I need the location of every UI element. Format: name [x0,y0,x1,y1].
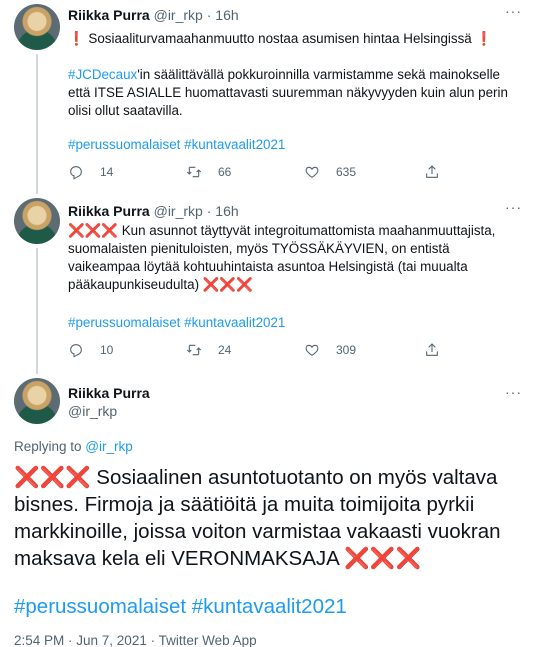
cross-mark-icon: ❌❌❌ [344,547,421,570]
retweet-count: 24 [218,343,232,357]
avatar[interactable] [14,198,60,244]
hashtags[interactable]: #perussuomalaiset #kuntavaalit2021 [68,314,524,332]
share-button[interactable] [424,342,456,358]
focused-tweet: Riikka Purra @ir_rkp ··· Replying to @ir… [0,370,534,647]
reply-icon [70,344,82,358]
tweet-text-paragraph: #JCDecaux'in säälittävällä pokkuroinnill… [68,66,524,120]
retweet-button[interactable]: 66 [186,164,231,180]
tweet-header: Riikka Purra @ir_rkp · 16h [68,6,239,24]
tweet-2[interactable]: Riikka Purra @ir_rkp · 16h ··· ❌❌❌ Kun a… [0,194,534,374]
hashtag-link[interactable]: #JCDecaux [68,67,137,82]
cross-mark-icon: ❌❌❌ [202,277,253,292]
tweet-text: ❌❌❌ Kun asunnot täyttyvät integroitumatt… [68,222,524,294]
separator-dot: · [206,203,212,219]
thread-line [36,54,38,194]
more-icon[interactable]: ··· [505,384,522,400]
retweet-count: 66 [218,165,232,179]
author-handle[interactable]: @ir_rkp [68,402,117,420]
like-icon [305,166,319,178]
retweet-icon [186,166,202,178]
like-button[interactable]: 635 [304,164,356,180]
share-button[interactable] [424,164,456,180]
tweet-actions: 14 66 635 [68,164,508,182]
like-count: 635 [336,165,357,179]
avatar[interactable] [14,4,60,50]
tweet-actions: 10 24 309 [68,342,508,360]
author-name[interactable]: Riikka Purra [68,384,150,402]
tweet-time[interactable]: 16h [215,203,238,219]
author-handle[interactable]: @ir_rkp [154,7,203,23]
tweet-text-line: Sosiaaliturvamaahanmuutto nostaa asumise… [84,31,476,46]
retweet-icon [186,344,202,356]
like-icon [305,344,319,356]
exclamation-icon: ❗ [475,31,493,46]
author-name[interactable]: Riikka Purra [68,7,150,23]
more-icon[interactable]: ··· [505,199,522,215]
exclamation-icon: ❗ [68,31,85,46]
tweet-time[interactable]: 16h [215,7,238,23]
replying-label: Replying to [14,439,86,454]
replying-to: Replying to @ir_rkp [14,439,133,454]
author-handle[interactable]: @ir_rkp [154,203,203,219]
hashtags[interactable]: #perussuomalaiset #kuntavaalit2021 [14,593,347,620]
reply-button[interactable]: 14 [68,164,113,180]
separator-dot: · [206,7,212,23]
share-icon [426,165,438,178]
cross-mark-icon: ❌❌❌ [68,223,119,238]
avatar[interactable] [14,378,60,424]
reply-count: 10 [100,343,114,357]
share-icon [426,343,438,356]
reply-button[interactable]: 10 [68,342,113,358]
tweet-1[interactable]: Riikka Purra @ir_rkp · 16h ··· ❗ Sosiaal… [0,0,534,194]
author-name[interactable]: Riikka Purra [68,203,150,219]
tweet-text: ❌❌❌ Sosiaalinen asuntotuotanto on myös v… [14,464,524,572]
like-button[interactable]: 309 [304,342,356,358]
cross-mark-icon: ❌❌❌ [14,466,91,489]
tweet-text: ❗ Sosiaaliturvamaahanmuutto nostaa asumi… [68,30,524,48]
reply-count: 14 [100,165,114,179]
like-count: 309 [336,343,357,357]
reply-icon [70,166,82,180]
tweet-text-line: Kun asunnot täyttyvät integroitumattomis… [68,223,496,292]
tweet-meta[interactable]: 2:54 PM · Jun 7, 2021 · Twitter Web App [14,633,257,647]
hashtags[interactable]: #perussuomalaiset #kuntavaalit2021 [68,136,524,154]
thread-line [36,248,38,374]
retweet-button[interactable]: 24 [186,342,231,358]
more-icon[interactable]: ··· [505,3,522,19]
replying-handle-link[interactable]: @ir_rkp [85,439,132,454]
tweet-header: Riikka Purra @ir_rkp · 16h [68,202,239,220]
